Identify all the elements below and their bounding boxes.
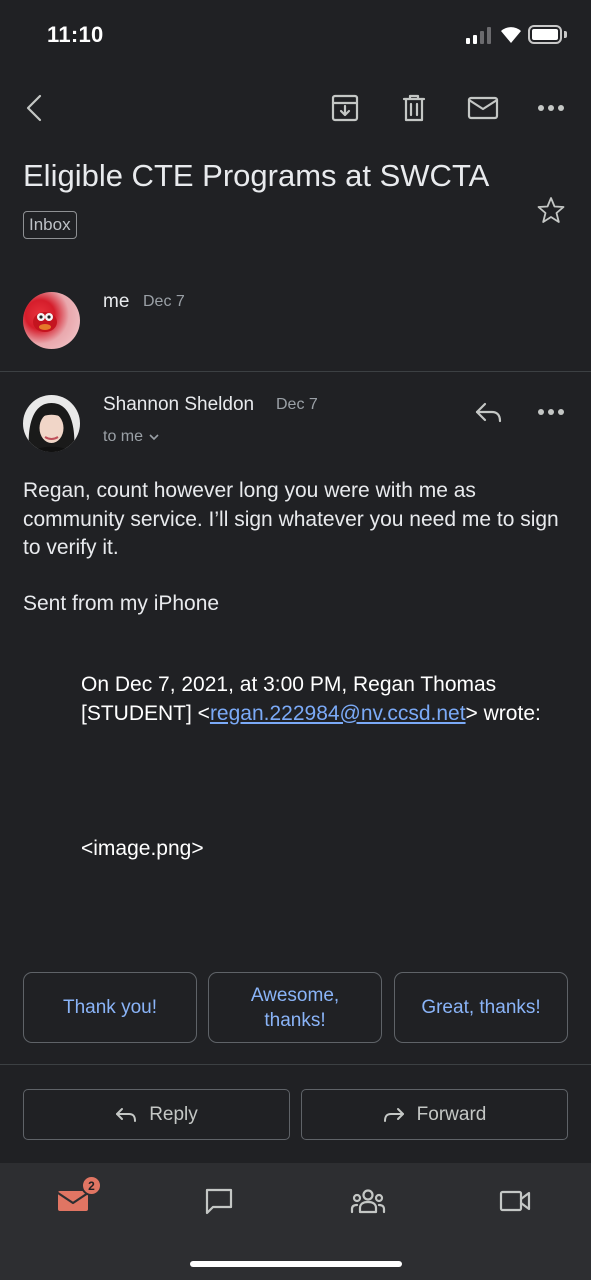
attachment-placeholder: <image.png> xyxy=(81,837,204,860)
message-more-button[interactable] xyxy=(531,392,571,432)
more-options-button[interactable] xyxy=(531,88,571,128)
delete-button[interactable] xyxy=(394,88,434,128)
avatar xyxy=(23,395,80,452)
smart-reply-great-thanks[interactable]: Great, thanks! xyxy=(394,972,568,1043)
avatar xyxy=(23,292,80,349)
battery-icon xyxy=(528,25,562,44)
quoted-header: On Dec 7, 2021, at 3:00 PM, Regan Thomas… xyxy=(81,671,551,728)
chat-icon xyxy=(205,1188,233,1215)
wifi-icon xyxy=(499,24,523,49)
forward-icon xyxy=(383,1107,404,1122)
spaces-icon xyxy=(350,1189,386,1214)
nav-chat[interactable] xyxy=(189,1181,249,1221)
video-camera-icon xyxy=(499,1190,531,1212)
reply-message-button[interactable] xyxy=(467,392,509,432)
reply-icon xyxy=(475,402,502,423)
mark-unread-button[interactable] xyxy=(462,88,504,128)
arrow-left-icon xyxy=(26,94,42,122)
smart-reply-thank-you[interactable]: Thank you! xyxy=(23,972,197,1043)
chevron-down-icon xyxy=(149,433,159,440)
reply-button[interactable]: Reply xyxy=(23,1089,290,1140)
cellular-signal-icon xyxy=(466,27,492,44)
status-time: 11:10 xyxy=(47,22,104,47)
star-icon xyxy=(537,197,565,223)
divider xyxy=(0,1064,591,1065)
email-link[interactable]: regan.222984@nv.ccsd.net xyxy=(210,702,466,725)
forward-button[interactable]: Forward xyxy=(301,1089,568,1140)
recipient-details-toggle[interactable]: to me xyxy=(103,428,159,446)
recipient-label: to me xyxy=(103,428,144,445)
back-button[interactable] xyxy=(14,88,54,128)
message-body: Regan, count however long you were with … xyxy=(23,479,559,559)
smart-reply-awesome-thanks[interactable]: Awesome, thanks! xyxy=(208,972,382,1043)
more-horizontal-icon xyxy=(538,409,564,415)
nav-meet[interactable] xyxy=(485,1181,545,1221)
sender-name: me xyxy=(103,291,130,312)
inbox-label-chip[interactable]: Inbox xyxy=(23,211,77,239)
message-date: Dec 7 xyxy=(143,293,185,310)
archive-button[interactable] xyxy=(325,88,365,128)
mail-icon xyxy=(467,96,499,120)
message-date: Dec 7 xyxy=(276,396,318,413)
reply-label: Reply xyxy=(149,1103,198,1125)
trash-icon xyxy=(402,94,426,122)
divider xyxy=(0,371,591,372)
collapsed-message-me[interactable]: me Dec 7 xyxy=(0,270,591,370)
unread-count-badge: 2 xyxy=(81,1175,102,1196)
sender-name: Shannon Sheldon xyxy=(103,394,255,415)
archive-icon xyxy=(331,94,359,122)
more-horizontal-icon xyxy=(538,105,564,111)
email-subject: Eligible CTE Programs at SWCTA xyxy=(23,158,490,193)
home-indicator xyxy=(190,1261,402,1267)
quoted-header-suffix: > wrote: xyxy=(465,701,541,725)
message-signature: Sent from my iPhone xyxy=(23,592,220,615)
star-button[interactable] xyxy=(533,192,569,228)
forward-label: Forward xyxy=(416,1103,487,1125)
reply-icon xyxy=(116,1107,137,1122)
nav-spaces[interactable] xyxy=(338,1181,398,1221)
